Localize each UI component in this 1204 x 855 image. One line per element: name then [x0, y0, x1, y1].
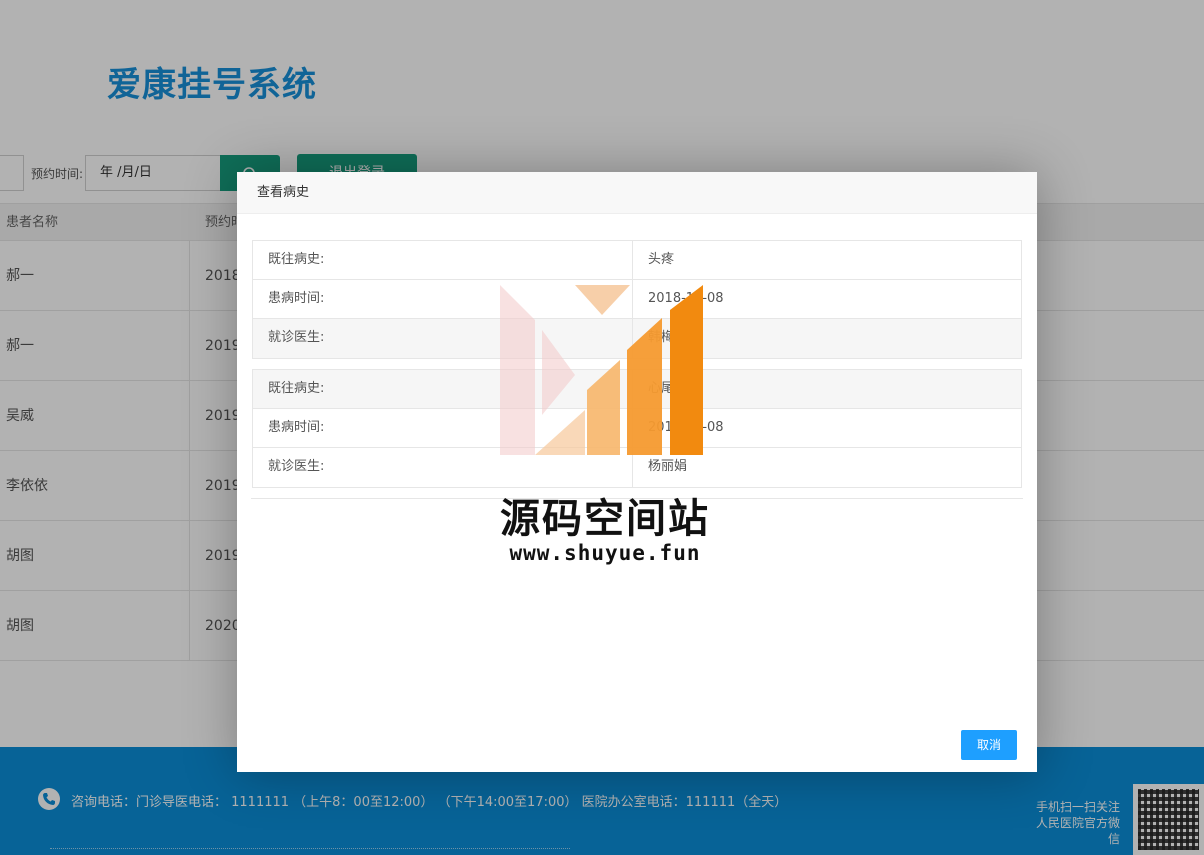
doctor-label: 就诊医生: — [253, 319, 633, 358]
doctor-value: 韩梅梅 — [648, 330, 688, 345]
dialog-body: 既往病史: 头疼 患病时间: 2018-10-08 就诊医生: 韩梅梅 既往病史… — [251, 240, 1023, 509]
history-value: 头疼 — [648, 252, 675, 267]
watermark-name: 源码空间站 — [500, 496, 710, 542]
history-row: 既往病史: 头疼 — [253, 241, 1021, 280]
history-row: 既往病史: 心尾 — [253, 370, 1021, 409]
doctor-row: 就诊医生: 韩梅梅 — [253, 319, 1021, 358]
date-label: 患病时间: — [253, 280, 633, 318]
doctor-label: 就诊医生: — [253, 448, 633, 487]
dialog-title: 查看病史 — [237, 172, 1037, 214]
doctor-value: 杨丽娟 — [648, 459, 688, 474]
history-value: 心尾 — [648, 381, 675, 396]
history-record: 既往病史: 头疼 患病时间: 2018-10-08 就诊医生: 韩梅梅 — [252, 240, 1022, 359]
date-row: 患病时间: 2018-10-08 — [253, 280, 1021, 319]
history-label: 既往病史: — [253, 241, 633, 279]
cancel-button[interactable]: 取消 — [961, 730, 1017, 760]
watermark-url: www.shuyue.fun — [509, 541, 701, 565]
doctor-row: 就诊医生: 杨丽娟 — [253, 448, 1021, 487]
history-record: 既往病史: 心尾 患病时间: 2019-10-08 就诊医生: 杨丽娟 — [252, 369, 1022, 488]
date-row: 患病时间: 2019-10-08 — [253, 409, 1021, 448]
date-value: 2019-10-08 — [648, 420, 724, 435]
history-label: 既往病史: — [253, 370, 633, 408]
date-value: 2018-10-08 — [648, 291, 724, 306]
date-label: 患病时间: — [253, 409, 633, 447]
medical-history-dialog: 查看病史 既往病史: 头疼 患病时间: 2018-10-08 就诊医生: 韩梅梅… — [237, 172, 1037, 772]
